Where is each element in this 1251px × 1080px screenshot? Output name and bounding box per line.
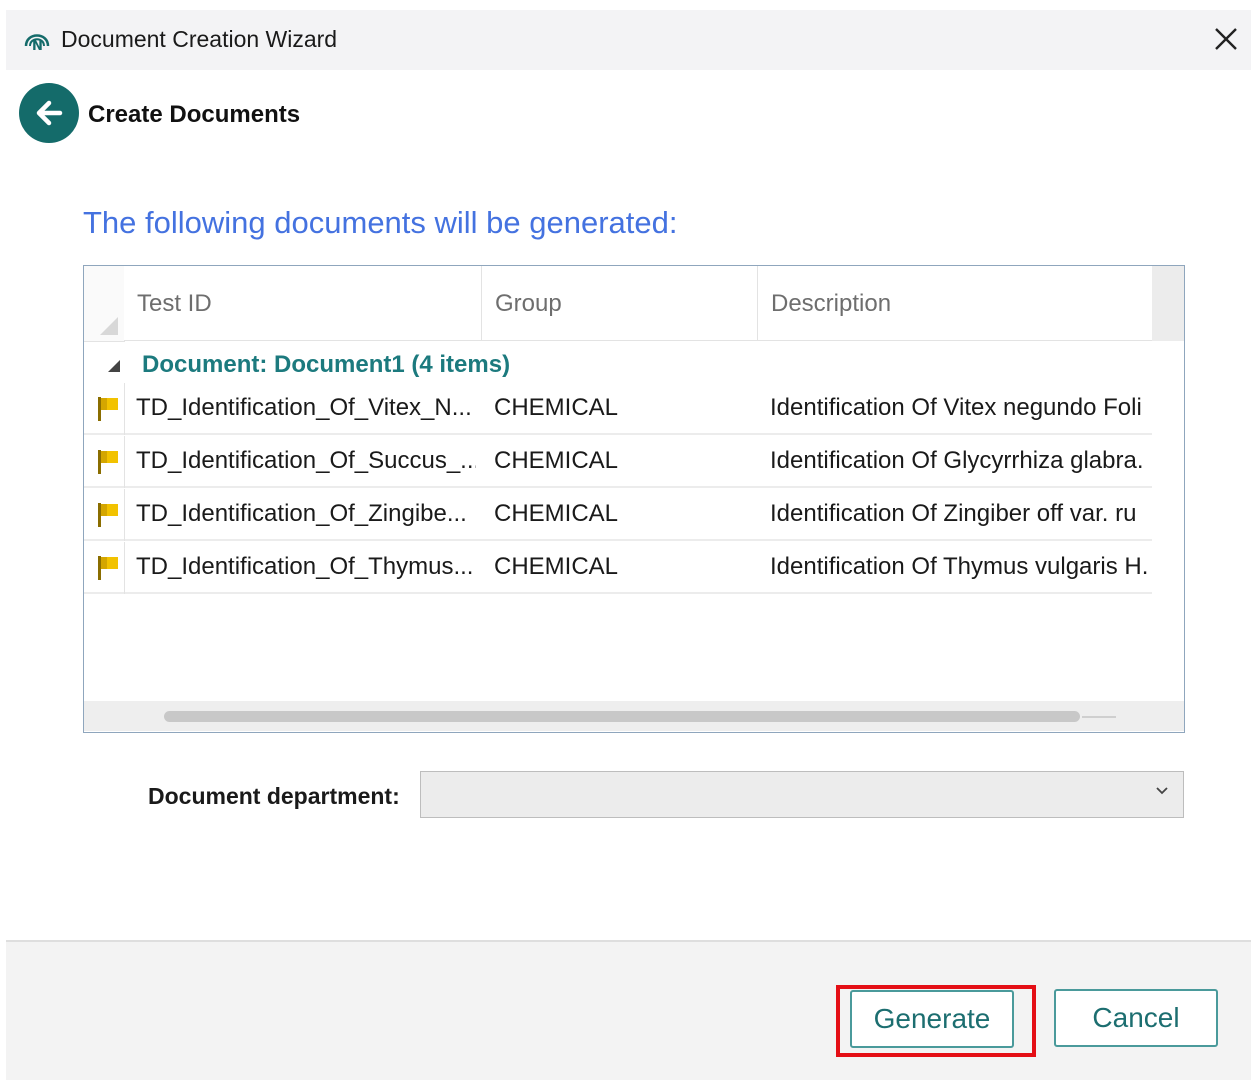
table-row[interactable]: TD_Identification_Of_Zingibe... CHEMICAL…	[84, 489, 1152, 541]
cell-description: Identification Of Zingiber off var. ru	[770, 500, 1137, 527]
documents-grid: Test ID Group Description Document: Docu…	[83, 265, 1185, 733]
flag-icon	[98, 450, 118, 474]
horizontal-scrollbar-thumb[interactable]	[164, 711, 1080, 722]
grid-select-all-corner[interactable]	[84, 266, 125, 342]
cell-description: Identification Of Vitex negundo Foli	[770, 394, 1142, 421]
cell-description: Identification Of Glycyrrhiza glabra.	[770, 447, 1144, 474]
chevron-down-icon	[1156, 787, 1168, 795]
group-row[interactable]: Document: Document1 (4 items)	[84, 345, 1152, 383]
flag-icon	[98, 397, 118, 421]
horizontal-scrollbar[interactable]	[84, 701, 1184, 731]
cell-group: CHEMICAL	[494, 553, 619, 580]
cell-test-id: TD_Identification_Of_Zingibe...	[136, 500, 467, 527]
app-logo-icon: N	[24, 34, 50, 54]
flag-icon	[98, 503, 118, 527]
column-header-group[interactable]: Group	[482, 266, 758, 341]
highlight-annotation	[836, 985, 1036, 1057]
title-bar: N Document Creation Wizard	[6, 10, 1251, 70]
page-title: Create Documents	[88, 101, 301, 128]
section-heading: The following documents will be generate…	[83, 205, 678, 240]
column-header-description[interactable]: Description	[758, 266, 1152, 341]
table-row[interactable]: TD_Identification_Of_Succus_... CHEMICAL…	[84, 436, 1152, 488]
arrow-left-icon	[36, 100, 63, 126]
cell-test-id: TD_Identification_Of_Vitex_N...	[136, 394, 472, 421]
collapse-triangle-icon[interactable]	[108, 360, 120, 372]
cell-group: CHEMICAL	[494, 394, 619, 421]
cancel-button[interactable]: Cancel	[1054, 989, 1218, 1047]
column-header-test-id[interactable]: Test ID	[124, 266, 482, 341]
cell-group: CHEMICAL	[494, 500, 619, 527]
close-icon[interactable]	[1209, 22, 1243, 56]
flag-icon	[98, 556, 118, 580]
group-label: Document: Document1 (4 items)	[142, 351, 511, 378]
table-row[interactable]: TD_Identification_Of_Vitex_N... CHEMICAL…	[84, 383, 1152, 435]
back-button[interactable]	[19, 83, 79, 143]
vertical-scrollbar[interactable]	[1152, 266, 1184, 341]
cell-description: Identification Of Thymus vulgaris H.	[770, 553, 1149, 580]
table-row[interactable]: TD_Identification_Of_Thymus... CHEMICAL …	[84, 542, 1152, 594]
window-title: Document Creation Wizard	[61, 26, 338, 52]
department-select[interactable]	[420, 771, 1184, 818]
cell-test-id: TD_Identification_Of_Succus_...	[136, 447, 476, 474]
cell-test-id: TD_Identification_Of_Thymus...	[136, 553, 474, 580]
svg-text:N: N	[32, 39, 43, 54]
department-label: Document department:	[148, 783, 400, 809]
cell-group: CHEMICAL	[494, 447, 619, 474]
